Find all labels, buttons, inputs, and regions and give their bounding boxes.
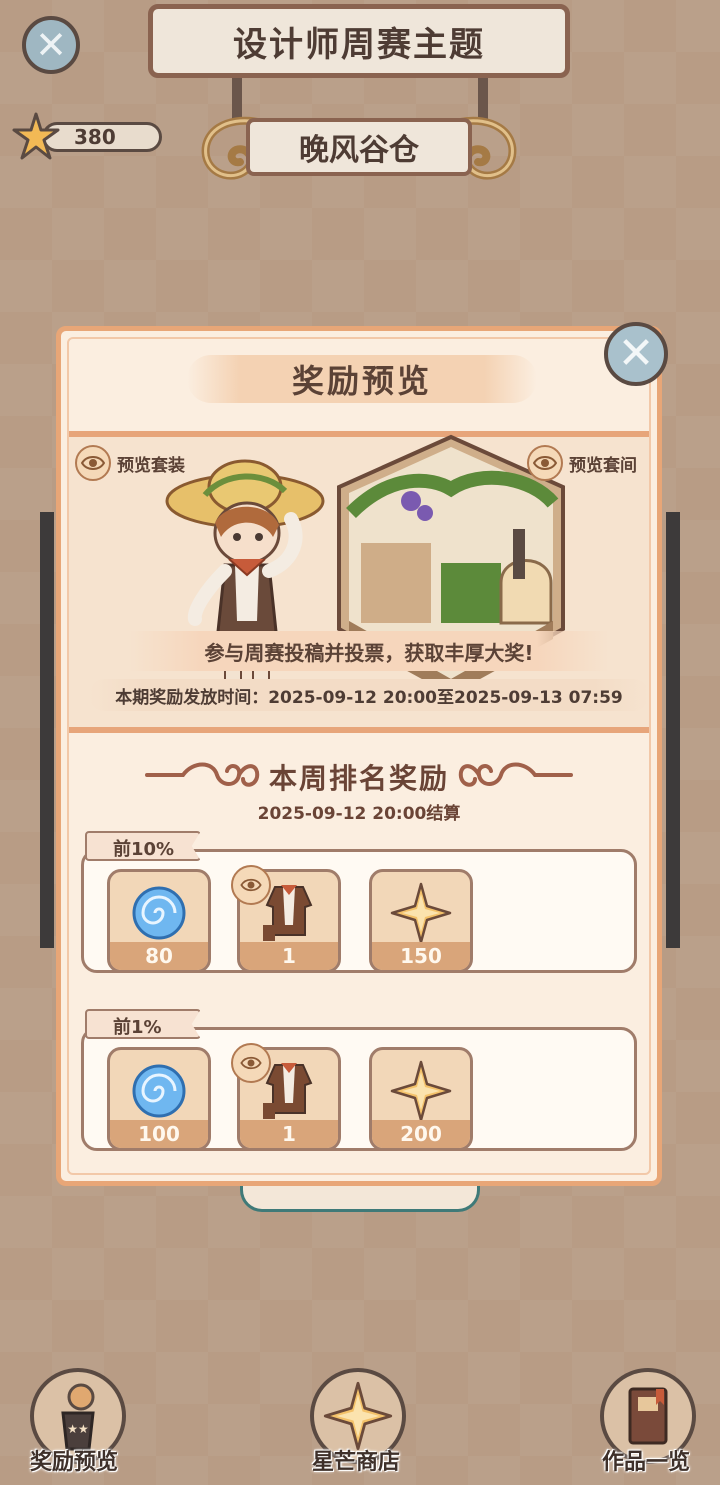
currency-value: 380 (74, 125, 116, 149)
tier-label: 前1% (113, 1017, 162, 1038)
reward-qty: 1 (240, 942, 338, 970)
tier-tab: 前1% (85, 1009, 201, 1039)
preview-area: 预览套装 预览套间 参与周赛投稿并投票，获取丰厚大奖! 本期奖励发放时间：202… (69, 431, 649, 733)
reward-item-swirl[interactable]: 80 (107, 869, 211, 973)
star-icon (12, 112, 60, 160)
preview-outfit-button[interactable]: 预览套装 (75, 445, 185, 481)
star-icon (323, 1381, 393, 1451)
banner-text: 参与周赛投稿并投票，获取丰厚大奖! (204, 640, 534, 665)
tier-top-1-percent: 前1% 100 1 200 (81, 1009, 641, 1151)
hidden-submit-button[interactable] (240, 1186, 480, 1212)
page-title-plaque: 设计师周赛主题 (148, 4, 570, 78)
tier-tab: 前10% (85, 831, 201, 861)
reward-time-line: 本期奖励发放时间：2025-09-12 20:00至2025-09-13 07:… (89, 679, 649, 711)
reward-qty: 150 (372, 942, 470, 970)
participation-banner: 参与周赛投稿并投票，获取丰厚大奖! (129, 631, 609, 671)
tier-top-10-percent: 前10% 80 1 150 (81, 831, 641, 973)
trophy-icon: ★★ (61, 1383, 95, 1451)
close-icon: ✕ (35, 23, 67, 67)
reward-preview-nav-label: 奖励预览 (30, 1450, 119, 1475)
theme-name: 晚风谷仓 (299, 133, 419, 168)
rank-title: 本周排名奖励 (61, 757, 657, 797)
eye-icon (240, 878, 262, 892)
eye-icon (527, 445, 563, 481)
reward-qty: 200 (372, 1120, 470, 1148)
reward-time-text: 本期奖励发放时间：2025-09-12 20:00至2025-09-13 07:… (115, 687, 623, 708)
rank-settlement-date: 2025-09-12 20:00结算 (257, 804, 461, 824)
star-shop-nav-label: 星芒商店 (312, 1450, 401, 1475)
popup-title-banner: 奖励预览 (187, 355, 537, 403)
works-list-nav-label: 作品一览 (602, 1450, 691, 1475)
reward-qty: 1 (240, 1120, 338, 1148)
star-icon (372, 1056, 470, 1126)
blue-swirl-icon (110, 1056, 208, 1126)
svg-text:★★: ★★ (67, 1422, 89, 1436)
preview-outfit-label: 预览套装 (117, 455, 185, 476)
popup-close-button[interactable]: ✕ (604, 322, 668, 386)
close-page-button[interactable]: ✕ (22, 16, 80, 74)
page-title: 设计师周赛主题 (233, 24, 485, 65)
blue-swirl-icon (110, 878, 208, 948)
star-currency: 380 (12, 112, 164, 160)
reward-item-star[interactable]: 150 (369, 869, 473, 973)
theme-plaque: 晚风谷仓 (246, 118, 472, 176)
preview-room-button[interactable]: 预览套间 (527, 445, 637, 481)
preview-room-label: 预览套间 (569, 455, 637, 476)
side-panel-left (40, 512, 54, 948)
preview-eye-button[interactable] (231, 865, 271, 905)
popup-title: 奖励预览 (291, 362, 432, 400)
reward-item-swirl[interactable]: 100 (107, 1047, 211, 1151)
star-icon (372, 878, 470, 948)
reward-qty: 80 (110, 942, 208, 970)
book-icon (628, 1387, 668, 1445)
eye-icon (75, 445, 111, 481)
reward-item-star[interactable]: 200 (369, 1047, 473, 1151)
eye-icon (240, 1056, 262, 1070)
preview-eye-button[interactable] (231, 1043, 271, 1083)
tier-label: 前10% (113, 839, 175, 860)
reward-preview-popup: 奖励预览 预览套装 预览套间 参与周赛投稿并投票，获取丰厚大奖! 本期奖励发放时… (56, 326, 662, 1186)
reward-qty: 100 (110, 1120, 208, 1148)
side-panel-right (666, 512, 680, 948)
close-icon: ✕ (617, 328, 655, 379)
rank-title-text: 本周排名奖励 (268, 762, 449, 795)
